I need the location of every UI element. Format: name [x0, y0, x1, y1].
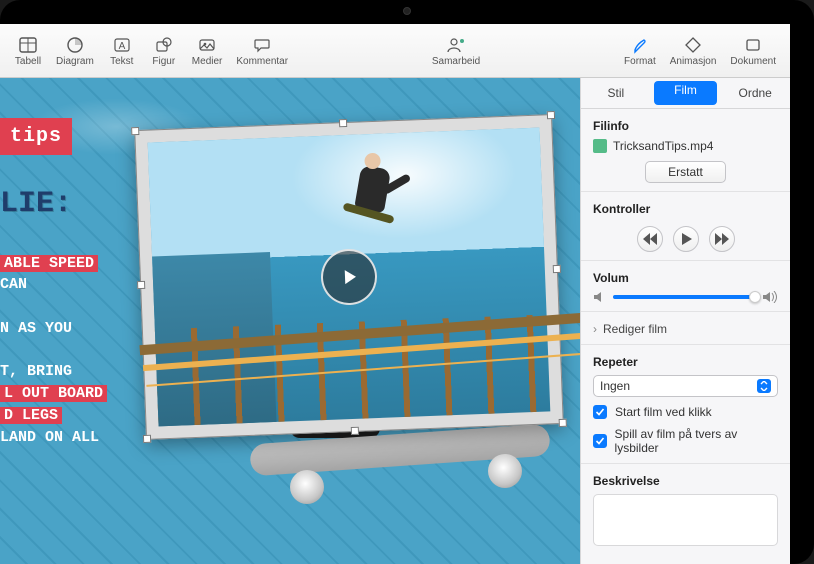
rewind-button[interactable]	[637, 226, 663, 252]
volume-slider[interactable]	[613, 295, 756, 299]
resize-handle[interactable]	[553, 265, 561, 273]
volume-max-icon	[762, 291, 778, 303]
repeat-select[interactable]: Ingen	[593, 375, 778, 397]
toolbar-label: Diagram	[56, 56, 94, 67]
toolbar-dokument[interactable]: Dokument	[724, 31, 782, 70]
checkbox-icon	[593, 434, 607, 448]
diamond-icon	[682, 34, 704, 56]
inspector-tabs: Stil Film Ordne	[581, 78, 790, 109]
brush-icon	[629, 34, 651, 56]
toolbar-label: Tekst	[110, 56, 133, 67]
volume-title: Volum	[593, 271, 778, 285]
toolbar-samarbeid[interactable]: Samarbeid	[426, 31, 486, 70]
checkbox-label: Spill av film på tvers av lysbilder	[615, 427, 778, 455]
toolbar-tekst[interactable]: A Tekst	[102, 31, 142, 70]
toolbar-label: Kommentar	[236, 56, 288, 67]
comment-icon	[251, 34, 273, 56]
tab-ordne[interactable]: Ordne	[723, 81, 787, 105]
toolbar-label: Dokument	[730, 56, 776, 67]
toolbar-label: Tabell	[15, 56, 41, 67]
resize-handle[interactable]	[131, 127, 139, 135]
repeat-title: Repeter	[593, 355, 778, 369]
replace-button[interactable]: Erstatt	[645, 161, 726, 183]
toolbar-format[interactable]: Format	[618, 31, 662, 70]
select-caret-icon	[757, 379, 771, 393]
toolbar-kommentar[interactable]: Kommentar	[230, 31, 294, 70]
file-icon	[593, 139, 607, 153]
toolbar-tabell[interactable]: Tabell	[8, 31, 48, 70]
camera-notch	[403, 7, 411, 15]
fastforward-button[interactable]	[709, 226, 735, 252]
play-button[interactable]	[673, 226, 699, 252]
device-frame: Tabell Diagram A Tekst Figur	[0, 0, 814, 564]
toolbar-label: Figur	[152, 56, 175, 67]
resize-handle[interactable]	[559, 419, 567, 427]
volume-min-icon	[593, 291, 607, 303]
collab-icon	[445, 34, 467, 56]
table-icon	[17, 34, 39, 56]
repeat-value: Ingen	[600, 379, 630, 393]
format-inspector: Stil Film Ordne Filinfo TricksandTips.mp…	[580, 78, 790, 564]
checkbox-icon	[593, 405, 607, 419]
fileinfo-row: TricksandTips.mp4	[593, 139, 778, 153]
checkbox-label: Start film ved klikk	[615, 405, 712, 419]
slide-canvas[interactable]: tips LIE: ABLE SPEED CAN N AS YOU T, BRI…	[0, 78, 580, 564]
checkbox-play-across[interactable]: Spill av film på tvers av lysbilder	[593, 427, 778, 455]
section-fileinfo: Filinfo TricksandTips.mp4 Erstatt	[581, 109, 790, 192]
toolbar-animasjon[interactable]: Animasjon	[664, 31, 723, 70]
svg-text:A: A	[118, 41, 125, 52]
section-volume: Volum	[581, 261, 790, 312]
media-icon	[196, 34, 218, 56]
toolbar-figur[interactable]: Figur	[144, 31, 184, 70]
fileinfo-title: Filinfo	[593, 119, 778, 133]
toolbar-diagram[interactable]: Diagram	[50, 31, 100, 70]
section-repeat: Repeter Ingen Start film ved klikk	[581, 345, 790, 464]
section-editmovie: Rediger film	[581, 312, 790, 345]
toolbar-label: Animasjon	[670, 56, 717, 67]
tab-stil[interactable]: Stil	[584, 81, 648, 105]
doc-icon	[742, 34, 764, 56]
toolbar-medier[interactable]: Medier	[186, 31, 229, 70]
section-controls: Kontroller	[581, 192, 790, 261]
filename: TricksandTips.mp4	[613, 139, 713, 153]
chart-icon	[64, 34, 86, 56]
resize-handle[interactable]	[143, 435, 151, 443]
app-window: Tabell Diagram A Tekst Figur	[0, 24, 790, 564]
section-description: Beskrivelse	[581, 464, 790, 554]
description-textarea[interactable]	[593, 494, 778, 546]
resize-handle[interactable]	[137, 281, 145, 289]
resize-handle[interactable]	[351, 427, 359, 435]
checkbox-start-on-click[interactable]: Start film ved klikk	[593, 405, 778, 419]
toolbar-label: Format	[624, 56, 656, 67]
main-toolbar: Tabell Diagram A Tekst Figur	[0, 24, 790, 78]
toolbar-label: Medier	[192, 56, 223, 67]
video-object[interactable]	[134, 114, 564, 440]
tips-badge: tips	[0, 118, 72, 155]
resize-handle[interactable]	[339, 119, 347, 127]
tab-film[interactable]: Film	[654, 81, 718, 105]
resize-handle[interactable]	[547, 111, 555, 119]
description-title: Beskrivelse	[593, 474, 778, 488]
slider-thumb[interactable]	[749, 291, 761, 303]
toolbar-label: Samarbeid	[432, 56, 480, 67]
edit-movie-disclosure[interactable]: Rediger film	[593, 322, 778, 336]
shape-icon	[153, 34, 175, 56]
controls-title: Kontroller	[593, 202, 778, 216]
text-icon: A	[111, 34, 133, 56]
main-area: tips LIE: ABLE SPEED CAN N AS YOU T, BRI…	[0, 78, 790, 564]
